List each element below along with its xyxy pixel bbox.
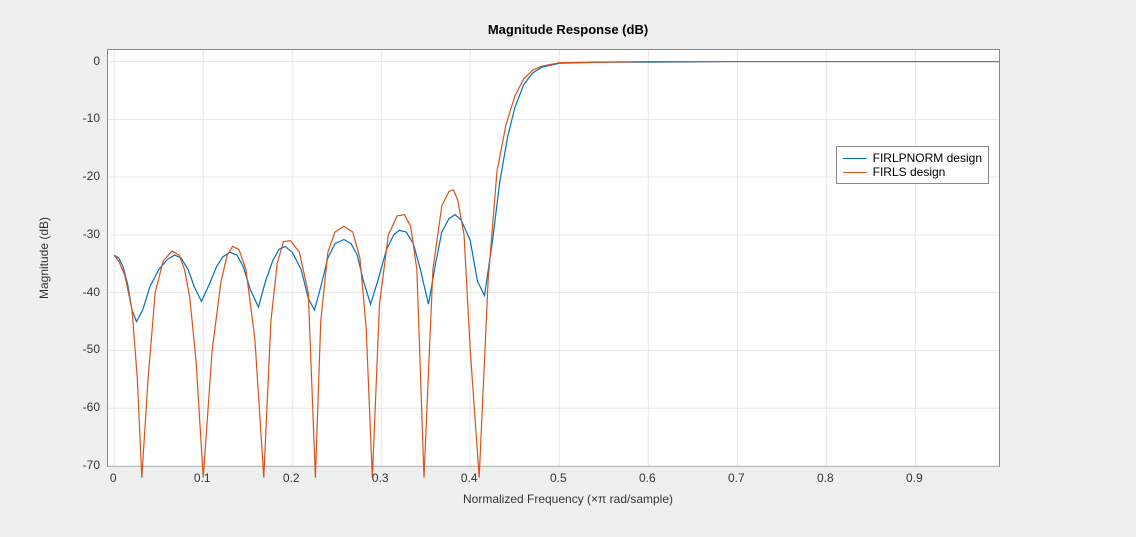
- legend-entry: FIRLPNORM design: [843, 151, 982, 165]
- y-tick: -30: [70, 227, 100, 241]
- legend-label: FIRLS design: [873, 165, 946, 179]
- axes: FIRLPNORM design FIRLS design: [107, 49, 1000, 467]
- x-tick: 0.9: [906, 471, 923, 485]
- legend-label: FIRLPNORM design: [873, 151, 982, 165]
- y-tick: -50: [70, 342, 100, 356]
- plot-area: [108, 50, 999, 466]
- legend-entry: FIRLS design: [843, 165, 982, 179]
- x-tick: 0.6: [639, 471, 656, 485]
- y-tick: -60: [70, 400, 100, 414]
- x-tick: 0.5: [550, 471, 567, 485]
- line-firlpnorm: [114, 62, 999, 322]
- figure: Magnitude Response (dB) FIRLPNORM design…: [0, 0, 1136, 537]
- y-tick: -40: [70, 285, 100, 299]
- y-tick: -70: [70, 458, 100, 472]
- x-tick: 0.8: [817, 471, 834, 485]
- y-tick: -20: [70, 169, 100, 183]
- x-tick: 0.4: [461, 471, 478, 485]
- x-tick: 0.2: [283, 471, 300, 485]
- x-tick: 0: [110, 471, 117, 485]
- legend[interactable]: FIRLPNORM design FIRLS design: [836, 146, 989, 184]
- y-tick: 0: [70, 54, 100, 68]
- legend-swatch-icon: [843, 158, 867, 159]
- x-axis-label: Normalized Frequency (×π rad/sample): [0, 492, 1136, 506]
- x-tick: 0.7: [728, 471, 745, 485]
- y-axis-label: Magnitude (dB): [37, 217, 51, 299]
- x-tick: 0.1: [194, 471, 211, 485]
- x-tick: 0.3: [372, 471, 389, 485]
- line-firls: [114, 62, 999, 478]
- legend-swatch-icon: [843, 172, 867, 173]
- chart-title: Magnitude Response (dB): [0, 22, 1136, 37]
- y-tick: -10: [70, 111, 100, 125]
